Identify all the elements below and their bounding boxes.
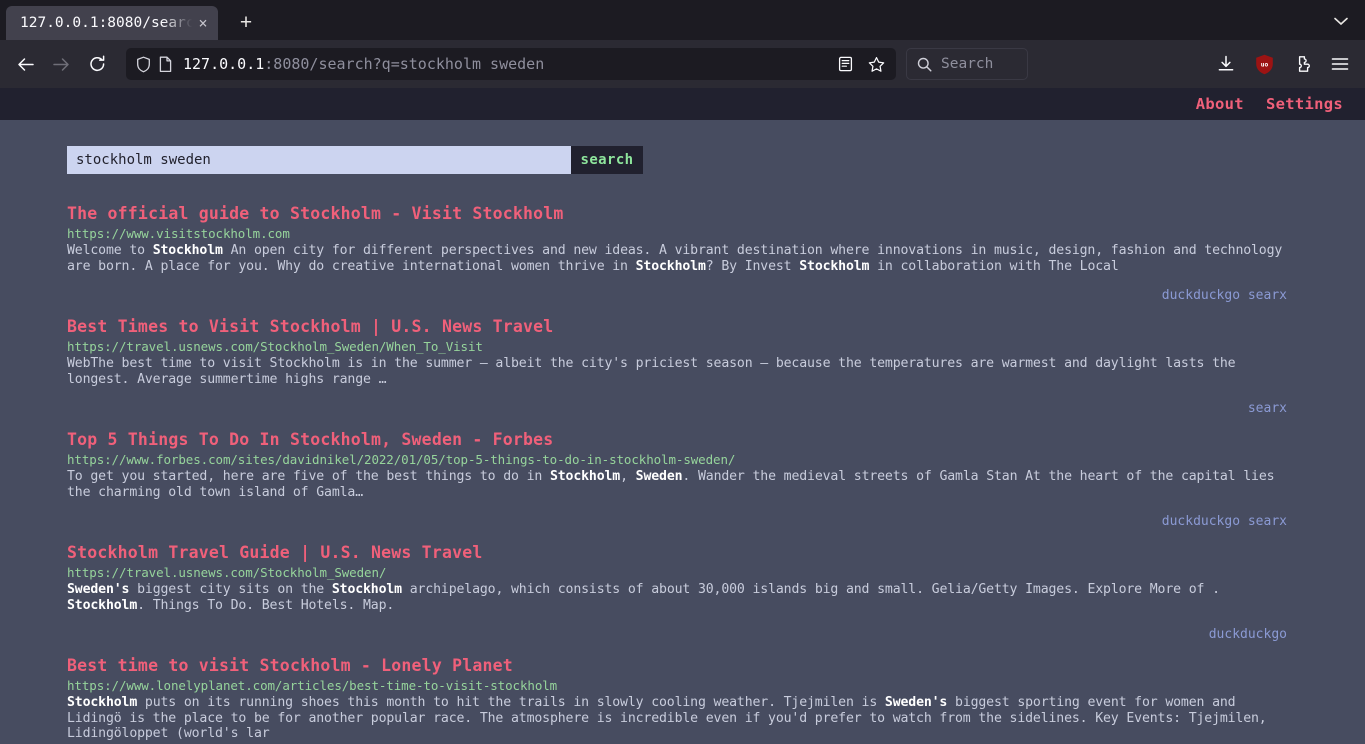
- url-text[interactable]: 127.0.0.1:8080/search?q=stockholm sweden: [183, 55, 831, 73]
- result-snippet: Sweden's biggest city sits on the Stockh…: [67, 582, 1220, 613]
- new-tab-button[interactable]: +: [230, 7, 262, 39]
- result-url[interactable]: https://www.visitstockholm.com: [67, 226, 1293, 241]
- svg-text:uo: uo: [1260, 61, 1268, 68]
- result-engines: duckduckgo searx: [1161, 288, 1287, 303]
- result-item: The official guide to Stockholm - Visit …: [67, 204, 1293, 303]
- shield-icon[interactable]: [136, 56, 151, 73]
- browser-search-placeholder: Search: [941, 56, 994, 72]
- browser-search-box[interactable]: Search: [906, 48, 1028, 80]
- result-snippet: WebThe best time to visit Stockholm is i…: [67, 356, 1236, 387]
- forward-button[interactable]: [44, 47, 78, 81]
- shield-filled-icon: uo: [1255, 54, 1273, 74]
- result-title-link[interactable]: Top 5 Things To Do In Stockholm, Sweden …: [67, 430, 1293, 449]
- nav-link-settings[interactable]: Settings: [1266, 95, 1343, 113]
- result-item: Best time to visit Stockholm - Lonely Pl…: [67, 656, 1293, 742]
- result-engines: duckduckgo searx: [1161, 514, 1287, 529]
- arrow-left-icon: [17, 57, 34, 71]
- browser-tab[interactable]: 127.0.0.1:8080/search ×: [6, 6, 218, 40]
- site-header: About Settings: [0, 88, 1365, 120]
- list-all-tabs-button[interactable]: [1327, 7, 1355, 35]
- address-bar-icons: [136, 56, 172, 73]
- page-content: About Settings search The official guide…: [0, 88, 1365, 744]
- page-info-icon[interactable]: [159, 56, 172, 73]
- result-item: Top 5 Things To Do In Stockholm, Sweden …: [67, 430, 1293, 529]
- result-title-link[interactable]: The official guide to Stockholm - Visit …: [67, 204, 1293, 223]
- search-icon: [917, 57, 932, 72]
- download-icon: [1218, 55, 1234, 71]
- result-title-link[interactable]: Best Times to Visit Stockholm | U.S. New…: [67, 317, 1293, 336]
- ublock-shield-icon: uo: [1254, 54, 1274, 75]
- url-path: :8080/search?q=stockholm sweden: [264, 55, 545, 73]
- result-url[interactable]: https://www.forbes.com/sites/davidnikel/…: [67, 452, 1293, 467]
- nav-link-about[interactable]: About: [1196, 95, 1244, 113]
- result-url[interactable]: https://travel.usnews.com/Stockholm_Swed…: [67, 339, 1293, 354]
- star-icon: [868, 56, 884, 72]
- result-engines: duckduckgo: [1208, 627, 1287, 642]
- close-icon[interactable]: ×: [194, 14, 212, 32]
- reader-mode-button[interactable]: [831, 50, 859, 78]
- tab-bar: 127.0.0.1:8080/search × +: [0, 0, 1365, 40]
- app-menu-button[interactable]: [1323, 47, 1357, 81]
- result-snippet: To get you started, here are five of the…: [67, 469, 1275, 500]
- toolbar-actions: uo: [1201, 47, 1357, 81]
- extensions-button[interactable]: [1285, 47, 1319, 81]
- hamburger-menu-icon: [1331, 58, 1349, 70]
- result-item: Stockholm Travel Guide | U.S. News Trave…: [67, 543, 1293, 642]
- browser-window: 127.0.0.1:8080/search × + 127.0.0.1:8080…: [0, 0, 1365, 744]
- back-button[interactable]: [8, 47, 42, 81]
- results-list: The official guide to Stockholm - Visit …: [0, 204, 1365, 742]
- result-url[interactable]: https://www.lonelyplanet.com/articles/be…: [67, 678, 1293, 693]
- result-snippet: Stockholm puts on its running shoes this…: [67, 695, 1267, 741]
- result-title-link[interactable]: Best time to visit Stockholm - Lonely Pl…: [67, 656, 1293, 675]
- tab-title: 127.0.0.1:8080/search: [20, 15, 194, 31]
- result-snippet: Welcome to Stockholm An open city for di…: [67, 243, 1283, 274]
- reader-view-icon: [838, 56, 852, 72]
- bookmark-button[interactable]: [862, 50, 890, 78]
- address-bar-actions: [831, 50, 890, 78]
- result-item: Best Times to Visit Stockholm | U.S. New…: [67, 317, 1293, 416]
- reload-button[interactable]: [80, 47, 114, 81]
- url-host: 127.0.0.1: [183, 55, 265, 73]
- downloads-button[interactable]: [1209, 47, 1243, 81]
- result-url[interactable]: https://travel.usnews.com/Stockholm_Swed…: [67, 565, 1293, 580]
- search-input[interactable]: [67, 146, 571, 174]
- reload-icon: [89, 55, 104, 72]
- search-submit-button[interactable]: search: [571, 146, 643, 174]
- ublock-origin-button[interactable]: uo: [1247, 47, 1281, 81]
- search-form: search: [67, 146, 643, 174]
- puzzle-piece-icon: [1298, 56, 1310, 72]
- arrow-right-icon: [52, 57, 69, 71]
- result-engines: searx: [1247, 401, 1287, 416]
- navigation-toolbar: 127.0.0.1:8080/search?q=stockholm sweden: [0, 40, 1365, 88]
- address-bar[interactable]: 127.0.0.1:8080/search?q=stockholm sweden: [126, 48, 896, 80]
- chevron-down-icon: [1334, 17, 1348, 25]
- result-title-link[interactable]: Stockholm Travel Guide | U.S. News Trave…: [67, 543, 1293, 562]
